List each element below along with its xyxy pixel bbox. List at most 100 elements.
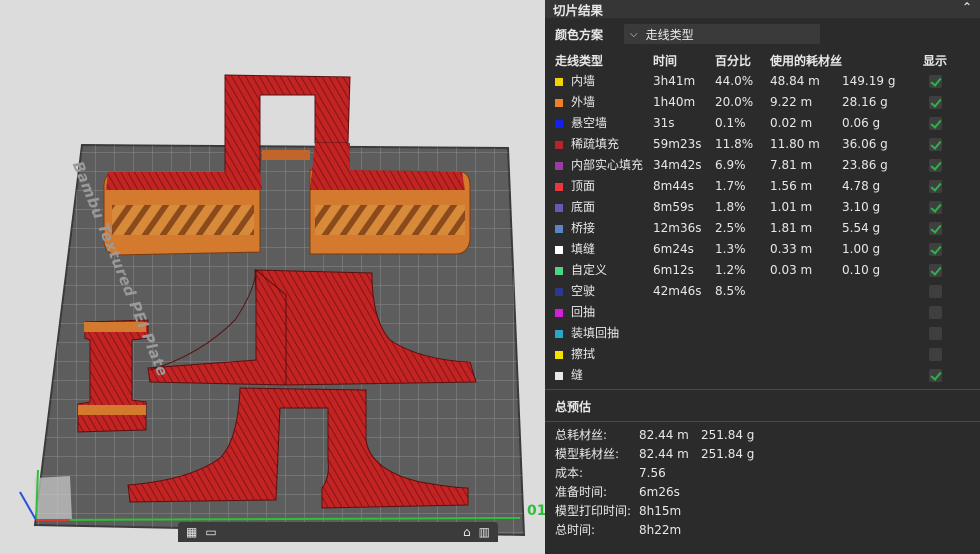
display-cell <box>915 280 965 301</box>
summary-key: 模型打印时间: <box>555 504 632 518</box>
display-checkbox[interactable] <box>929 347 943 361</box>
weight-cell: 5.54 g <box>842 220 881 235</box>
weight-cell <box>842 322 915 343</box>
display-checkbox[interactable] <box>929 368 943 382</box>
weight-cell: 36.06 g <box>842 136 888 151</box>
length-cell <box>770 322 842 343</box>
summary-value: 8h15m <box>639 503 682 518</box>
length-cell <box>770 301 842 322</box>
line-type-cell: 空驶 <box>555 280 653 301</box>
length-cell: 1.56 m <box>770 178 813 193</box>
display-checkbox[interactable] <box>929 284 943 298</box>
display-checkbox[interactable] <box>929 263 943 277</box>
summary-row: 模型耗材丝: 82.44 m 251.84 g <box>545 444 980 463</box>
display-checkbox[interactable] <box>929 74 943 88</box>
line-type-name: 外墙 <box>571 95 596 109</box>
plate-toolbar: ▦ ▭ ⌂ ▥ <box>178 522 498 542</box>
display-checkbox[interactable] <box>929 95 943 109</box>
line-type-name: 桥接 <box>571 221 596 235</box>
time-cell: 3h41m <box>653 73 696 88</box>
color-swatch <box>555 224 563 233</box>
percent-cell: 44.0% <box>715 73 754 88</box>
line-type-cell: 回抽 <box>555 301 653 322</box>
color-swatch <box>555 140 563 149</box>
line-type-name: 内墙 <box>571 74 596 88</box>
display-checkbox[interactable] <box>929 221 943 235</box>
length-cell: 1.81 m <box>770 220 813 235</box>
time-cell <box>653 301 715 322</box>
time-cell <box>653 322 715 343</box>
weight-cell <box>842 280 915 301</box>
lock-icon[interactable]: ▭ <box>205 525 216 539</box>
line-type-name: 底面 <box>571 200 596 214</box>
lock-icon-2[interactable]: ⌂ <box>463 525 471 539</box>
table-row: 顶面 8m44s 1.7% 1.56 m 4.78 g <box>555 175 965 196</box>
display-checkbox[interactable] <box>929 326 943 340</box>
display-checkbox[interactable] <box>929 116 943 130</box>
table-row: 桥接 12m36s 2.5% 1.81 m 5.54 g <box>555 217 965 238</box>
display-cell <box>915 133 965 154</box>
line-type-name: 稀疏填充 <box>571 137 620 151</box>
display-checkbox[interactable] <box>929 158 943 172</box>
line-type-name: 自定义 <box>571 263 608 277</box>
summary-value: 82.44 m <box>639 446 689 461</box>
percent-cell: 1.3% <box>715 241 746 256</box>
time-cell: 31s <box>653 115 675 130</box>
display-cell <box>915 112 965 133</box>
weight-cell <box>842 343 915 364</box>
line-type-cell: 内部实心填充 <box>555 154 653 175</box>
table-row: 擦拭 <box>555 343 965 364</box>
line-type-table: 走线类型 时间 百分比 使用的耗材丝 显示 内墙 3h41m 44.0% 48.84 … <box>555 50 965 385</box>
col-blank <box>842 50 915 70</box>
display-checkbox[interactable] <box>929 179 943 193</box>
weight-cell <box>842 301 915 322</box>
3d-viewport[interactable]: Bambu Textured PEI Plate 01 ▦ ▭ ⌂ ▥ <box>0 0 545 554</box>
percent-cell: 2.5% <box>715 220 746 235</box>
grid-icon[interactable]: ▦ <box>186 525 197 539</box>
weight-cell: 0.10 g <box>842 262 881 277</box>
weight-cell <box>842 364 915 385</box>
display-checkbox[interactable] <box>929 137 943 151</box>
col-filament: 使用的耗材丝 <box>770 53 843 68</box>
display-cell <box>915 154 965 175</box>
display-checkbox[interactable] <box>929 242 943 256</box>
percent-cell <box>715 343 770 364</box>
color-scheme-dropdown[interactable]: ⌵ 走线类型 <box>624 24 820 44</box>
color-swatch <box>555 182 563 191</box>
collapse-icon[interactable]: ⌃ <box>962 0 972 14</box>
table-row: 填缝 6m24s 1.3% 0.33 m 1.00 g <box>555 238 965 259</box>
trash-icon[interactable]: ▥ <box>479 525 490 539</box>
summary-title: 总预估 <box>555 400 592 414</box>
axis-number-label: 01 <box>527 503 545 519</box>
percent-cell <box>715 322 770 343</box>
percent-cell: 6.9% <box>715 157 746 172</box>
summary-value: 7.56 <box>639 465 666 480</box>
weight-cell: 149.19 g <box>842 73 896 88</box>
summary-row: 总时间: 8h22m <box>545 520 980 539</box>
time-cell: 42m46s <box>653 283 702 298</box>
build-plate-scene <box>19 74 526 537</box>
line-type-name: 装填回抽 <box>571 326 620 340</box>
color-swatch <box>555 350 563 359</box>
display-cell <box>915 322 965 343</box>
table-row: 底面 8m59s 1.8% 1.01 m 3.10 g <box>555 196 965 217</box>
table-row: 空驶 42m46s 8.5% <box>555 280 965 301</box>
line-type-cell: 悬空墙 <box>555 112 653 133</box>
color-swatch <box>555 161 563 170</box>
time-cell <box>653 343 715 364</box>
summary-row: 准备时间: 6m26s <box>545 482 980 501</box>
line-type-name: 顶面 <box>571 179 596 193</box>
color-swatch <box>555 371 563 380</box>
length-cell: 7.81 m <box>770 157 813 172</box>
line-type-name: 缝 <box>571 368 584 382</box>
line-type-cell: 内墙 <box>555 70 653 91</box>
display-checkbox[interactable] <box>929 305 943 319</box>
display-cell <box>915 217 965 238</box>
color-swatch <box>555 119 563 128</box>
length-cell: 0.02 m <box>770 115 813 130</box>
length-cell <box>770 343 842 364</box>
weight-cell: 4.78 g <box>842 178 881 193</box>
display-checkbox[interactable] <box>929 200 943 214</box>
summary-key: 模型耗材丝: <box>555 447 620 461</box>
percent-cell: 0.1% <box>715 115 746 130</box>
